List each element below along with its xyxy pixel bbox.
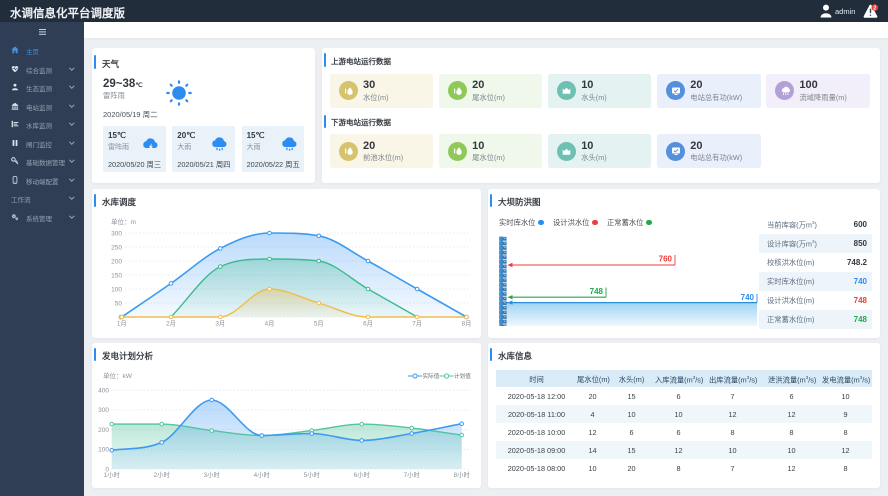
svg-text:5月: 5月 — [314, 319, 324, 327]
svg-text:6月: 6月 — [363, 319, 373, 327]
svg-text:400: 400 — [98, 388, 109, 395]
svg-text:300: 300 — [111, 230, 122, 237]
svg-text:8小时: 8小时 — [454, 470, 471, 479]
svg-text:760: 760 — [659, 255, 673, 264]
svg-text:1小时: 1小时 — [104, 470, 121, 479]
svg-text:6小时: 6小时 — [354, 470, 371, 479]
svg-text:748: 748 — [590, 287, 604, 296]
svg-text:250: 250 — [111, 244, 122, 251]
svg-text:5小时: 5小时 — [304, 470, 321, 479]
svg-text:1月: 1月 — [117, 319, 127, 327]
svg-text:300: 300 — [98, 407, 109, 414]
svg-text:3月: 3月 — [215, 319, 225, 327]
svg-text:4月: 4月 — [265, 319, 275, 327]
svg-text:实际值: 实际值 — [423, 372, 440, 380]
svg-text:7月: 7月 — [412, 319, 422, 327]
svg-text:740: 740 — [741, 293, 755, 302]
svg-text:100: 100 — [98, 447, 109, 454]
svg-text:4小时: 4小时 — [254, 470, 271, 479]
svg-text:200: 200 — [98, 427, 109, 434]
svg-text:7小时: 7小时 — [404, 470, 421, 479]
svg-text:2小时: 2小时 — [154, 470, 171, 479]
svg-text:50: 50 — [115, 300, 123, 307]
svg-text:100: 100 — [111, 286, 122, 293]
svg-text:150: 150 — [111, 272, 122, 279]
svg-text:8月: 8月 — [462, 319, 472, 327]
svg-text:3小时: 3小时 — [204, 470, 221, 479]
svg-text:200: 200 — [111, 258, 122, 265]
svg-text:计划值: 计划值 — [454, 372, 471, 380]
svg-text:2: 2 — [873, 5, 876, 11]
svg-text:2月: 2月 — [166, 319, 176, 327]
